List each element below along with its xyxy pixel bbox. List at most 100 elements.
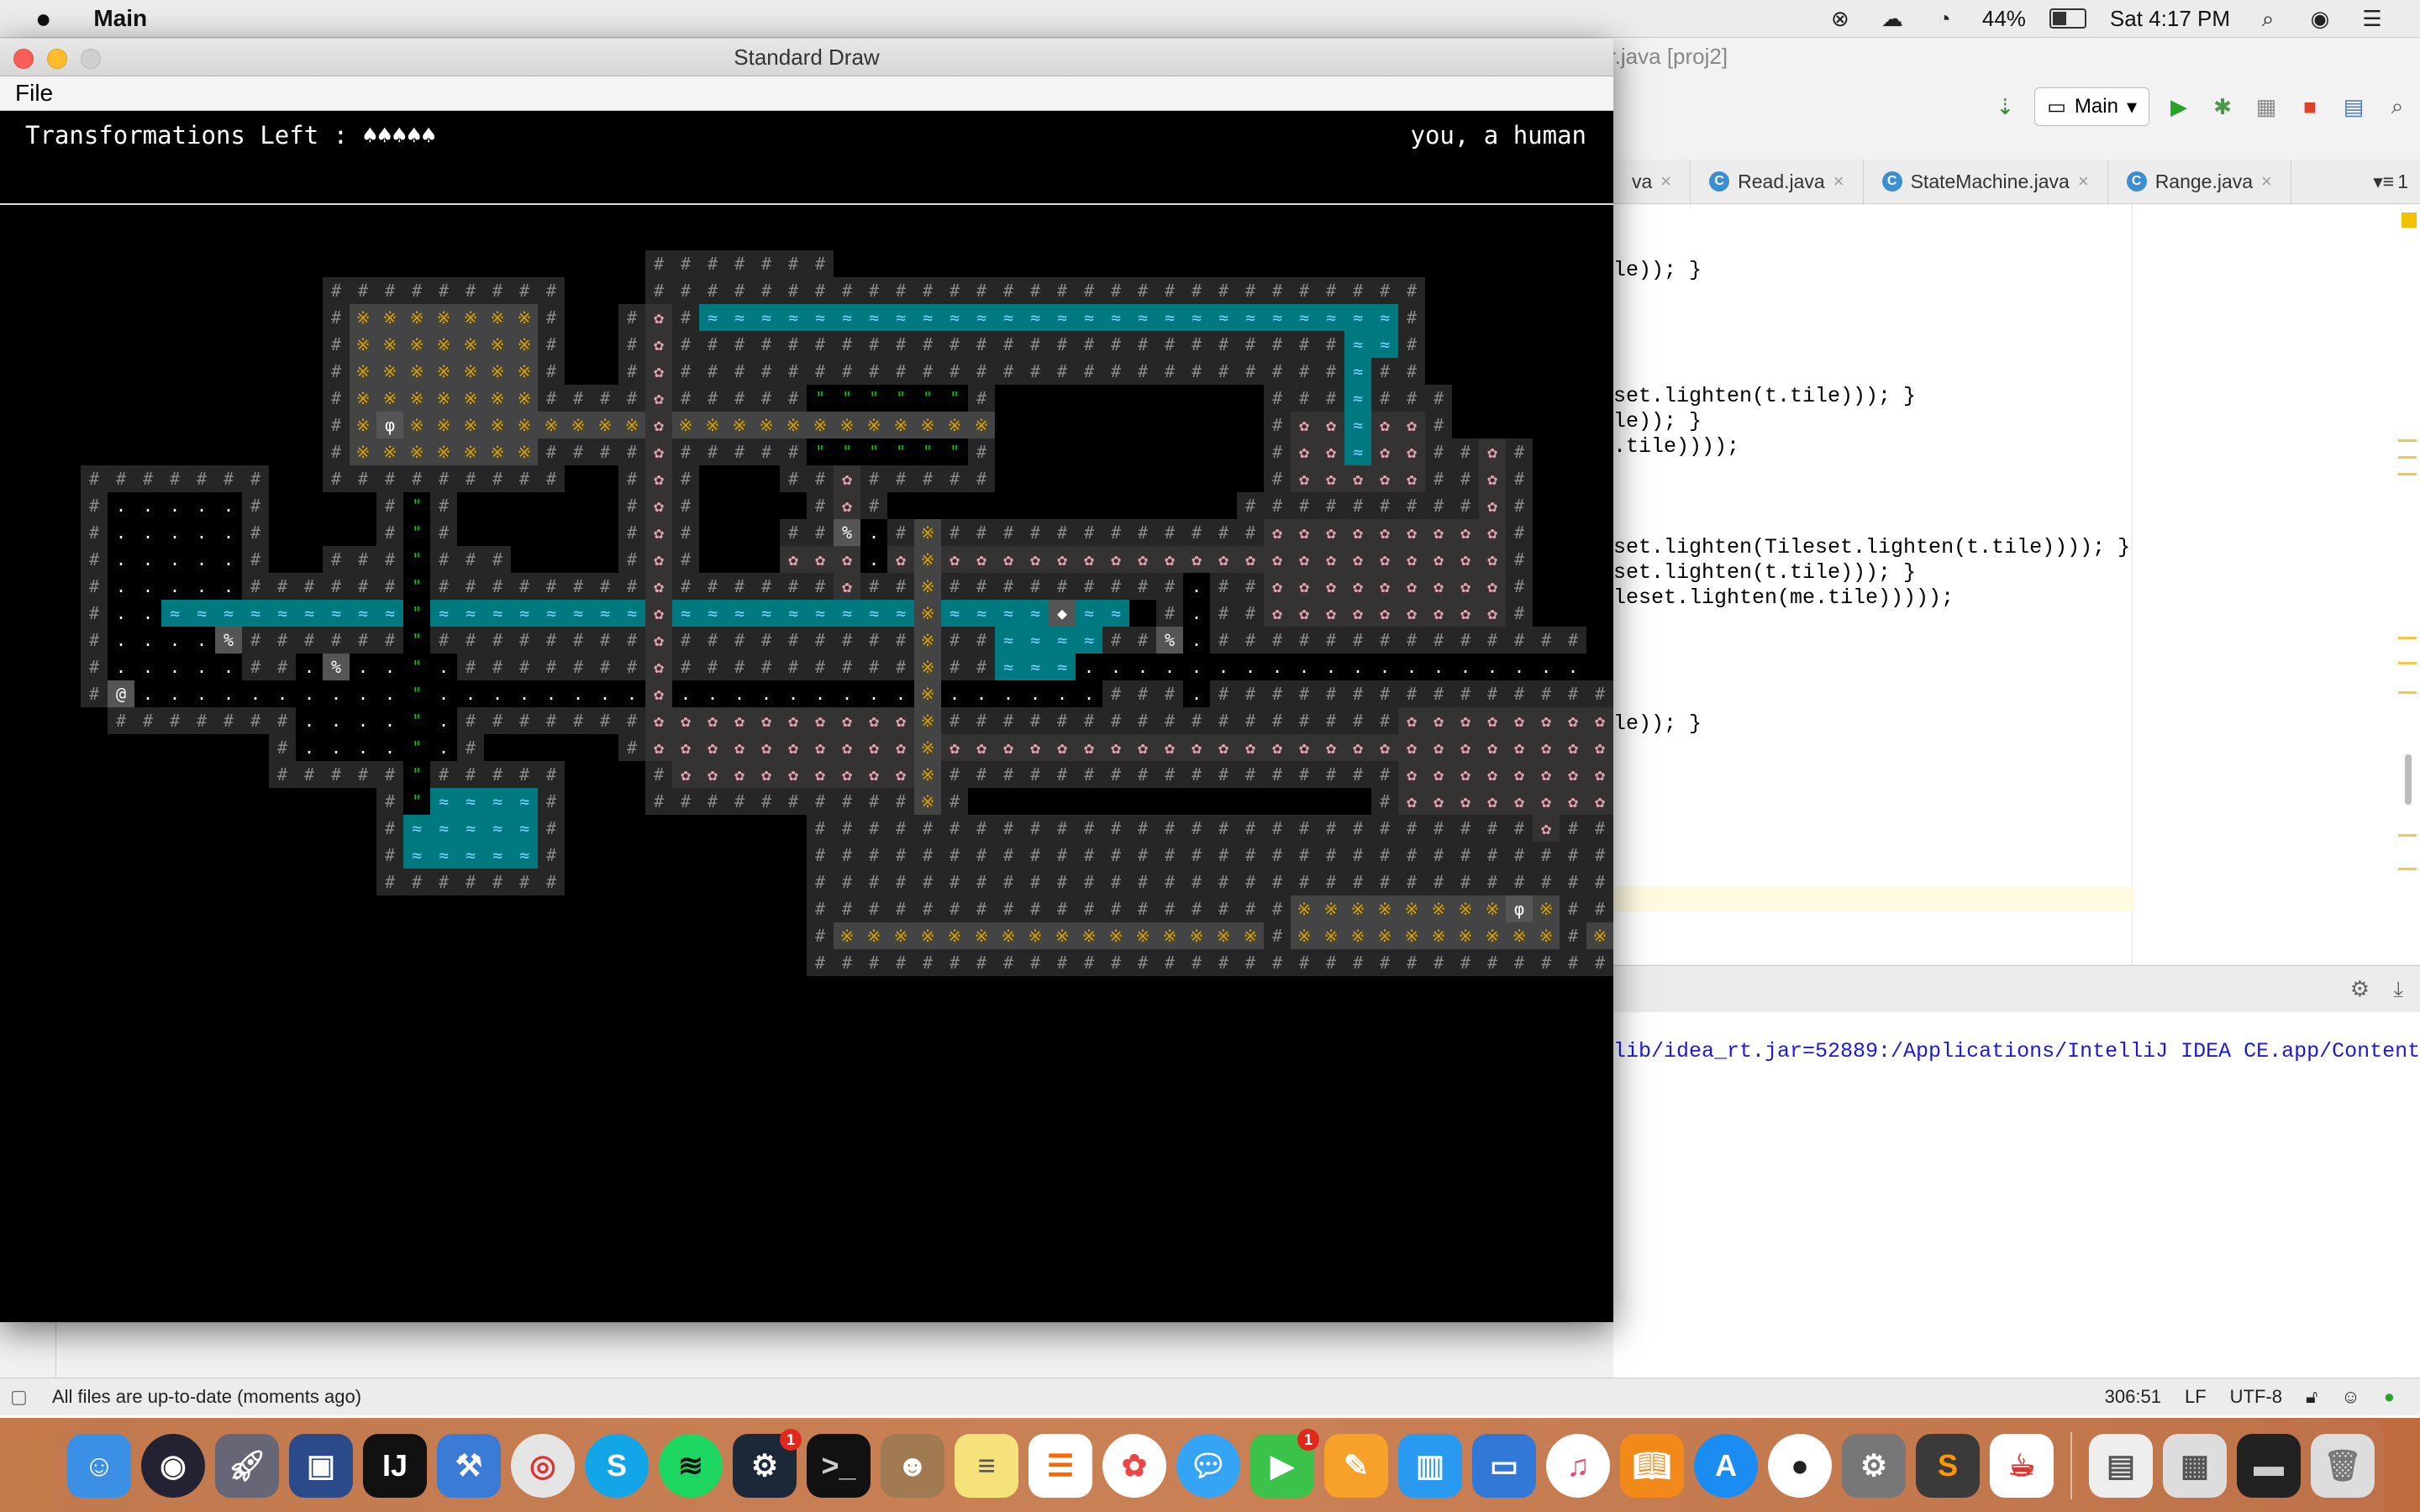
reminders-icon[interactable]: ☰ — [1028, 1434, 1092, 1498]
world-tile: ✿ — [1425, 707, 1452, 734]
world-tile: # — [1479, 680, 1506, 707]
app-store-icon[interactable]: A — [1694, 1434, 1758, 1498]
pages-icon[interactable]: ✎ — [1324, 1434, 1388, 1498]
run-icon[interactable]: ▶ — [2165, 92, 2193, 121]
world-tile: ✿ — [1210, 734, 1237, 761]
tab-range-java[interactable]: C Range.java × — [2108, 160, 2291, 203]
world-tile: ※ — [1533, 922, 1560, 949]
lock-icon[interactable]: 🔓︎ — [2306, 1386, 2317, 1408]
world-tile: . — [384, 738, 396, 758]
photos-icon[interactable]: ✿ — [1102, 1434, 1166, 1498]
file-menu[interactable]: File — [15, 80, 53, 106]
scroll-marker[interactable] — [2398, 637, 2417, 639]
world-tile: . — [599, 684, 611, 704]
file-encoding[interactable]: UTF-8 — [2230, 1386, 2282, 1408]
close-icon[interactable]: × — [1660, 171, 1671, 192]
sort-icon[interactable]: ⇣ — [1991, 92, 2019, 121]
keynote-icon[interactable]: ▭ — [1472, 1434, 1536, 1498]
downloads-stack-icon[interactable]: ▤ — [2089, 1434, 2153, 1498]
trash-icon[interactable]: 🗑︎ — [2311, 1434, 2375, 1498]
ibooks-icon[interactable]: 📖︎ — [1620, 1434, 1684, 1498]
scroll-marker[interactable] — [2398, 868, 2417, 870]
tabs-overflow[interactable]: ▾≡ 1 — [2373, 171, 2408, 193]
launchpad-icon[interactable]: 🚀︎ — [215, 1434, 279, 1498]
notification-center-icon[interactable]: ☰ — [2358, 6, 2386, 31]
screenshots-stack-icon[interactable]: ▬ — [2237, 1434, 2301, 1498]
run-console[interactable]: lib/idea_rt.jar=52889:/Applications/Inte… — [1613, 1012, 2420, 1415]
debug-icon[interactable]: ✱ — [2208, 92, 2237, 121]
numbers-icon[interactable]: ▥ — [1398, 1434, 1462, 1498]
java-icon[interactable]: ☕︎ — [1990, 1434, 2054, 1498]
contacts-icon[interactable]: ☻ — [881, 1434, 944, 1498]
tab-read-java[interactable]: C Read.java × — [1691, 160, 1864, 203]
toggle-tool-windows-icon[interactable]: ▢ — [10, 1386, 28, 1408]
app-menu-name[interactable]: Main — [93, 5, 147, 32]
intellij-icon[interactable]: IJ — [363, 1434, 427, 1498]
event-log-icon[interactable]: ● — [2384, 1386, 2395, 1408]
close-circle-icon[interactable]: ⊗ — [1826, 6, 1854, 31]
line-separator[interactable]: LF — [2185, 1386, 2207, 1408]
game-canvas[interactable]: # # # # # # # # # # # # # # # # # # # # # # # # # # # # # # # # # # # # # # # #… — [0, 111, 1613, 1322]
zoom-window-button[interactable] — [81, 49, 101, 69]
documents-stack-icon[interactable]: ▦ — [2163, 1434, 2227, 1498]
world-tile: # — [1237, 492, 1264, 519]
inspection-status-icon[interactable] — [2402, 213, 2417, 228]
world-tile: # — [430, 277, 457, 304]
itunes-icon[interactable]: ♫ — [1546, 1434, 1610, 1498]
project-structure-icon[interactable]: ▤ — [2339, 92, 2368, 121]
spotlight-search-icon[interactable]: ⌕ — [2254, 6, 2282, 31]
minimize-window-button[interactable] — [47, 49, 67, 69]
run-config-select[interactable]: ▭ Main ▾ — [2034, 87, 2149, 126]
spotify-icon[interactable]: ≋ — [659, 1434, 723, 1498]
world-tile: ✿ — [1479, 707, 1506, 734]
world-tile: . — [115, 522, 127, 543]
apple-menu-icon[interactable]: ● — [35, 3, 51, 34]
cursor-position[interactable]: 306:51 — [2105, 1386, 2161, 1408]
close-icon[interactable]: × — [1833, 171, 1844, 192]
terminal-icon[interactable]: >_ — [807, 1434, 871, 1498]
hide-panel-icon[interactable]: ⤓ — [2394, 976, 2404, 1003]
window-titlebar[interactable]: Standard Draw — [0, 39, 1613, 76]
world-tile: # — [807, 895, 834, 922]
sublime-text-icon[interactable]: S — [1916, 1434, 1980, 1498]
world-tile: ✿ — [645, 492, 672, 519]
window-manager-icon[interactable]: ▣ — [289, 1434, 353, 1498]
battery-percent[interactable]: 44% — [1982, 6, 2026, 32]
creative-cloud-icon[interactable]: ☁ — [1878, 6, 1907, 31]
scroll-marker[interactable] — [2398, 691, 2417, 694]
wifi-icon[interactable]: ◔ — [1930, 6, 1959, 31]
coverage-icon[interactable]: ▦ — [2252, 92, 2281, 121]
siri-icon[interactable]: ◉ — [141, 1434, 205, 1498]
menubar-clock[interactable]: Sat 4:17 PM — [2110, 6, 2230, 32]
finder-icon[interactable]: ☺ — [67, 1434, 131, 1498]
stop-icon[interactable]: ■ — [2296, 92, 2324, 121]
close-icon[interactable]: × — [2078, 171, 2089, 192]
editor-scrollbar[interactable] — [2405, 754, 2412, 805]
world-tile: ※ — [457, 438, 484, 465]
steam-icon[interactable]: ⚙ 1 — [733, 1429, 802, 1498]
close-window-button[interactable] — [13, 49, 34, 69]
facetime-icon[interactable]: ▶ 1 — [1250, 1429, 1319, 1498]
close-icon[interactable]: × — [2261, 171, 2272, 192]
scroll-marker[interactable] — [2398, 439, 2417, 442]
scroll-marker[interactable] — [2398, 662, 2417, 664]
notes-icon[interactable]: ≡ — [955, 1434, 1018, 1498]
hector-icon[interactable]: ☺ — [2341, 1386, 2360, 1408]
scroll-marker[interactable] — [2398, 456, 2417, 459]
scroll-marker[interactable] — [2398, 473, 2417, 475]
system-preferences-icon[interactable]: ⚙ — [1842, 1434, 1906, 1498]
skype-icon[interactable]: S — [585, 1434, 649, 1498]
xcode-icon[interactable]: ⚒ — [437, 1434, 501, 1498]
code-editor[interactable]: le)); } set.lighten(t.tile))); } le)); }… — [1613, 204, 2420, 964]
settings-gear-icon[interactable]: ⚙ — [2350, 976, 2370, 1002]
chrome-icon[interactable]: ◎ — [511, 1434, 575, 1498]
messages-icon[interactable]: 💬︎ — [1176, 1434, 1240, 1498]
tab-partial[interactable]: va × — [1613, 160, 1691, 203]
tab-statemachine-java[interactable]: C StateMachine.java × — [1864, 160, 2108, 203]
battery-icon[interactable] — [2049, 8, 2086, 29]
github-icon[interactable]: ● — [1768, 1434, 1832, 1498]
scroll-marker[interactable] — [2398, 834, 2417, 837]
world-tile: # — [484, 573, 511, 600]
siri-icon[interactable]: ◉ — [2306, 6, 2334, 31]
search-icon[interactable]: ⌕ — [2383, 92, 2412, 121]
